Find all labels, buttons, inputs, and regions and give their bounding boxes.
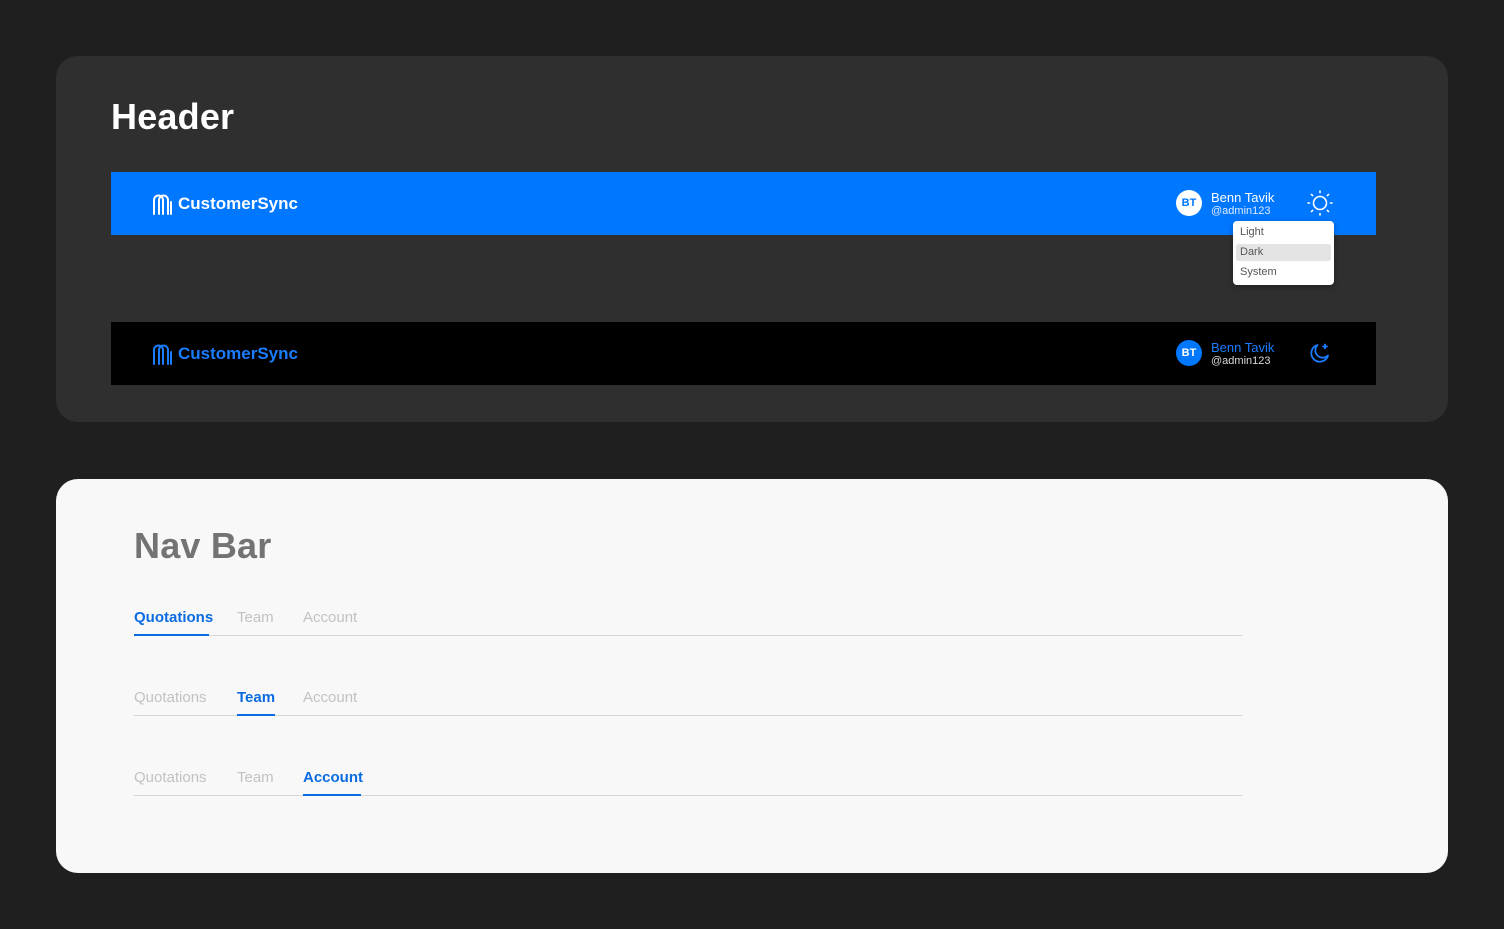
navbar-showcase-panel: Nav Bar Quotations Team Account Quotatio… bbox=[56, 479, 1448, 873]
theme-menu: Light Dark System bbox=[1233, 221, 1334, 285]
tab-account[interactable]: Account bbox=[303, 609, 361, 635]
moon-icon bbox=[1308, 341, 1332, 365]
theme-option-system[interactable]: System bbox=[1236, 264, 1331, 281]
sun-icon bbox=[1307, 190, 1333, 216]
user-name[interactable]: Benn Tavik bbox=[1211, 340, 1274, 355]
theme-option-light[interactable]: Light bbox=[1236, 224, 1331, 241]
tab-account[interactable]: Account bbox=[303, 689, 361, 715]
tab-quotations[interactable]: Quotations bbox=[134, 609, 213, 636]
header-showcase-panel: Header CustomerSync BT Benn Tavik @admin… bbox=[56, 56, 1448, 422]
nav-bar: Quotations Team Account bbox=[134, 603, 1242, 636]
tab-quotations[interactable]: Quotations bbox=[134, 689, 209, 715]
user-handle: @admin123 bbox=[1211, 355, 1271, 367]
tab-account[interactable]: Account bbox=[303, 769, 363, 796]
user-handle: @admin123 bbox=[1211, 205, 1271, 217]
tab-quotations[interactable]: Quotations bbox=[134, 769, 209, 795]
nav-bar: Quotations Team Account bbox=[134, 763, 1242, 796]
tab-team[interactable]: Team bbox=[237, 689, 275, 716]
avatar[interactable]: BT bbox=[1176, 340, 1202, 366]
theme-toggle-button[interactable] bbox=[1307, 340, 1333, 366]
tab-team[interactable]: Team bbox=[237, 769, 275, 795]
user-name[interactable]: Benn Tavik bbox=[1211, 190, 1274, 205]
avatar[interactable]: BT bbox=[1176, 190, 1202, 216]
theme-option-dark[interactable]: Dark bbox=[1236, 244, 1331, 261]
nav-bar: Quotations Team Account bbox=[134, 683, 1242, 716]
theme-toggle-button[interactable] bbox=[1307, 190, 1333, 216]
customersync-logo-icon bbox=[151, 342, 173, 366]
brand[interactable]: CustomerSync bbox=[151, 341, 298, 367]
tab-team[interactable]: Team bbox=[237, 609, 275, 635]
customersync-logo-icon bbox=[151, 192, 173, 216]
section-title-header: Header bbox=[111, 96, 235, 137]
brand-name: CustomerSync bbox=[178, 194, 298, 213]
app-header-light: CustomerSync BT Benn Tavik @admin123 bbox=[111, 172, 1376, 235]
brand[interactable]: CustomerSync bbox=[151, 191, 298, 217]
section-title-navbar: Nav Bar bbox=[134, 525, 272, 566]
app-header-dark: CustomerSync BT Benn Tavik @admin123 bbox=[111, 322, 1376, 385]
brand-name: CustomerSync bbox=[178, 344, 298, 363]
